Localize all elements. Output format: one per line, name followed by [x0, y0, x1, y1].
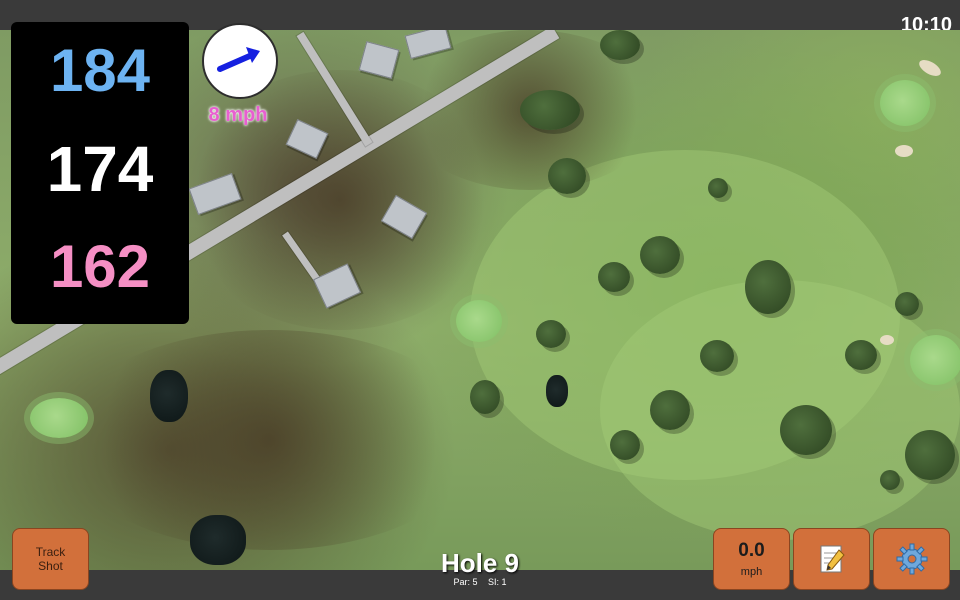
hole-info: Par: 5 SI: 1 [380, 577, 580, 587]
green [30, 398, 88, 438]
tree [905, 430, 955, 480]
tree [598, 262, 630, 292]
front-distance: 162 [49, 233, 151, 300]
tree [548, 158, 586, 194]
settings-button[interactable] [873, 528, 950, 590]
tree [845, 340, 877, 370]
hole-stroke-index: SI: 1 [488, 577, 507, 587]
green [456, 300, 502, 342]
hole-par: Par: 5 [453, 577, 478, 587]
wind-arrow-icon [217, 47, 260, 72]
track-shot-label-line2: Shot [38, 559, 63, 573]
tree [880, 470, 900, 490]
tree [745, 260, 791, 314]
track-shot-button[interactable]: Track Shot [12, 528, 89, 590]
tree [650, 390, 690, 430]
pond [150, 370, 188, 422]
gear-icon [896, 543, 927, 575]
middle-distance: 174 [46, 133, 154, 205]
bunker [916, 56, 944, 80]
tree [520, 90, 580, 130]
green [910, 335, 960, 385]
wind-speed: 8 mph [208, 104, 268, 126]
green [880, 80, 930, 126]
speed-unit: mph [740, 566, 763, 578]
distance-panel: 184 174 162 [11, 22, 189, 324]
hole-title: Hole 9 [440, 548, 520, 578]
tree [536, 320, 566, 348]
wind-indicator [202, 23, 278, 99]
pond [546, 375, 568, 407]
tree [700, 340, 734, 372]
notes-button[interactable] [793, 528, 870, 590]
tree [708, 178, 728, 198]
tree [780, 405, 832, 455]
notes-icon [820, 545, 845, 573]
tree [610, 430, 640, 460]
woods-area [60, 330, 480, 550]
speed-button[interactable]: 0.0 mph [713, 528, 790, 590]
speed-value: 0.0 [738, 540, 765, 561]
pond [190, 515, 246, 565]
bunker [880, 335, 894, 345]
tree [470, 380, 500, 414]
track-shot-label-line1: Track [35, 545, 66, 559]
tree [895, 292, 919, 316]
tree [640, 236, 680, 274]
tree [600, 30, 640, 60]
back-distance: 184 [49, 37, 151, 104]
bunker [895, 145, 913, 157]
